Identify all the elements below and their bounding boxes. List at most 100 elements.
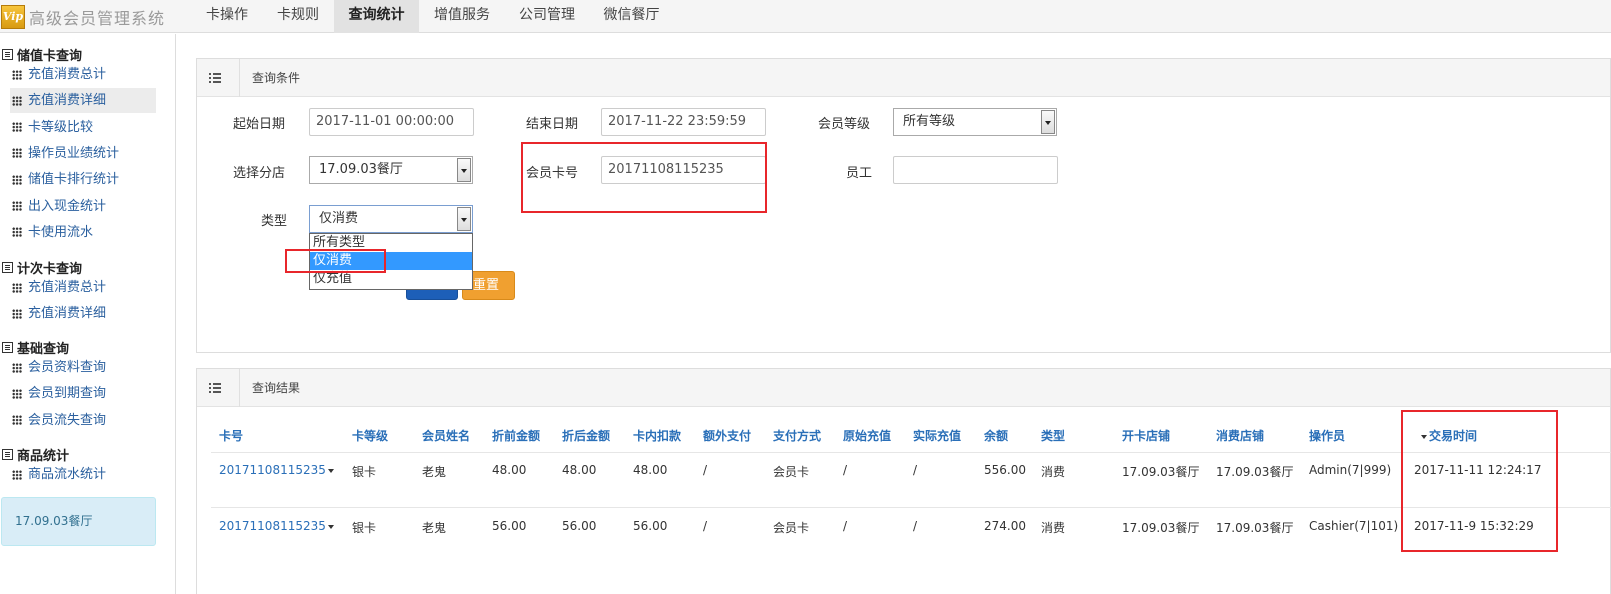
results-panel-title: 查询结果 <box>239 368 300 407</box>
type-select[interactable]: 仅消费 <box>309 205 473 233</box>
table-icon <box>2 49 13 60</box>
cell-text: 老鬼 <box>422 465 447 479</box>
sidebar-item-label: 储值卡排行统计 <box>28 172 120 188</box>
column-header[interactable]: 类型 <box>1041 427 1065 444</box>
column-header[interactable]: 折后金额 <box>562 427 610 444</box>
sidebar-item[interactable]: 卡使用流水 <box>10 220 156 245</box>
caret-down-icon[interactable] <box>327 524 334 529</box>
column-header[interactable]: 原始充值 <box>843 427 891 444</box>
table-icon <box>2 262 13 273</box>
chevron-down-icon[interactable] <box>1041 110 1055 134</box>
sidebar-item[interactable]: 会员资料查询 <box>10 355 156 380</box>
chevron-down-icon[interactable] <box>457 207 471 231</box>
column-header[interactable]: 卡等级 <box>352 427 388 444</box>
cell-text: 17.09.03餐厅 <box>1122 521 1200 535</box>
sidebar-item-label: 卡等级比较 <box>28 119 94 135</box>
start-date-input[interactable]: 2017-11-01 00:00:00 <box>309 108 474 136</box>
staff-input[interactable] <box>893 156 1058 184</box>
branch-select[interactable]: 17.09.03餐厅 <box>309 156 473 184</box>
grid-icon <box>12 388 22 399</box>
app-title: 高级会员管理系统 <box>29 8 166 28</box>
nav-tab-3[interactable]: 增值服务 <box>419 0 505 33</box>
nav-tab-4[interactable]: 公司管理 <box>505 0 589 33</box>
current-branch-box: 17.09.03餐厅 <box>1 497 156 546</box>
end-date-input[interactable]: 2017-11-22 23:59:59 <box>601 108 766 136</box>
nav-tab-5[interactable]: 微信餐厅 <box>589 0 674 33</box>
sidebar-item-label: 商品流水统计 <box>28 467 107 482</box>
sidebar-item-label: 会员资料查询 <box>28 360 107 375</box>
cell-text: 20171108115235 <box>219 463 326 477</box>
grid-icon <box>12 122 22 133</box>
cell-text: / <box>843 463 848 477</box>
column-header-label: 折后金额 <box>562 429 611 443</box>
column-header-label: 开卡店铺 <box>1122 429 1171 443</box>
end-date-label: 结束日期 <box>526 117 579 132</box>
column-header[interactable]: 卡号 <box>219 427 243 444</box>
member-level-value: 所有等级 <box>903 114 956 129</box>
column-header[interactable]: 卡内扣款 <box>633 427 681 444</box>
chevron-down-icon[interactable] <box>457 158 471 182</box>
column-header[interactable]: 折前金额 <box>492 427 540 444</box>
caret-down-icon[interactable] <box>327 468 334 473</box>
card-number-link[interactable]: 20171108115235 <box>219 519 334 533</box>
start-date-label: 起始日期 <box>233 117 286 132</box>
sidebar-item[interactable]: 会员到期查询 <box>10 381 156 406</box>
grid-icon <box>12 227 22 238</box>
grid-icon <box>12 95 22 106</box>
column-header-label: 额外支付 <box>703 429 752 443</box>
sidebar-item[interactable]: 储值卡排行统计 <box>10 167 156 192</box>
member-level-select[interactable]: 所有等级 <box>893 108 1057 136</box>
column-header[interactable]: 支付方式 <box>773 427 821 444</box>
grid-icon <box>12 469 22 480</box>
nav-tab-1[interactable]: 卡规则 <box>264 0 332 33</box>
column-header[interactable]: 会员姓名 <box>422 427 470 444</box>
sidebar-item[interactable]: 出入现金统计 <box>10 194 156 219</box>
column-header[interactable]: 实际充值 <box>913 427 961 444</box>
sidebar-item[interactable]: 充值消费总计 <box>10 62 156 87</box>
cell-text: 银卡 <box>352 521 377 535</box>
sidebar-item[interactable]: 商品流水统计 <box>10 462 156 487</box>
table-cell: Admin(7|999) <box>1309 463 1391 477</box>
card-number-link[interactable]: 20171108115235 <box>219 463 334 477</box>
sidebar-item[interactable]: 卡等级比较 <box>10 115 156 140</box>
sidebar-item-label: 充值消费详细 <box>28 93 107 109</box>
table-cell: Cashier(7|101) <box>1309 519 1398 533</box>
table-cell: 56.00 <box>633 519 667 533</box>
table-cell: 银卡 <box>352 463 376 480</box>
sidebar-item[interactable]: 充值消费详细 <box>10 301 156 326</box>
cell-text: 会员卡 <box>773 465 810 479</box>
branch-value: 17.09.03餐厅 <box>319 162 403 177</box>
column-header[interactable]: 操作员 <box>1309 427 1345 444</box>
type-option-highlight <box>285 249 386 273</box>
cell-text: 银卡 <box>352 465 377 479</box>
sidebar-item[interactable]: 充值消费详细 <box>10 88 156 114</box>
column-header-label: 卡号 <box>219 429 244 443</box>
column-header[interactable]: 额外支付 <box>703 427 751 444</box>
type-value: 仅消费 <box>319 211 359 226</box>
results-panel-header: 查询结果 <box>197 368 1610 407</box>
list-icon <box>209 72 221 83</box>
table-cell: 48.00 <box>633 463 667 477</box>
table-cell: 老鬼 <box>422 519 446 536</box>
sidebar-item[interactable]: 操作员业绩统计 <box>10 141 156 166</box>
sidebar-item-label: 充值消费详细 <box>28 306 107 322</box>
nav-tab-0[interactable]: 卡操作 <box>195 0 259 33</box>
sidebar-item[interactable]: 会员流失查询 <box>10 408 156 433</box>
list-icon <box>209 382 221 393</box>
cell-text: / <box>843 519 848 533</box>
cell-text: 56.00 <box>492 519 527 533</box>
column-header-label: 折前金额 <box>492 429 541 443</box>
sidebar-item-label: 操作员业绩统计 <box>28 145 120 161</box>
cell-text: / <box>703 519 708 533</box>
column-header[interactable]: 消费店铺 <box>1216 427 1264 444</box>
grid-icon <box>12 308 22 319</box>
column-header-label: 操作员 <box>1309 429 1346 443</box>
transaction-time-highlight <box>1401 410 1558 552</box>
grid-icon <box>12 362 22 373</box>
column-header[interactable]: 余额 <box>984 427 1008 444</box>
column-header[interactable]: 开卡店铺 <box>1122 427 1170 444</box>
cell-text: 17.09.03餐厅 <box>1216 521 1294 535</box>
sidebar-item[interactable]: 充值消费总计 <box>10 275 156 300</box>
table-cell: 消费 <box>1041 519 1065 536</box>
nav-tab-2[interactable]: 查询统计 <box>334 0 419 33</box>
